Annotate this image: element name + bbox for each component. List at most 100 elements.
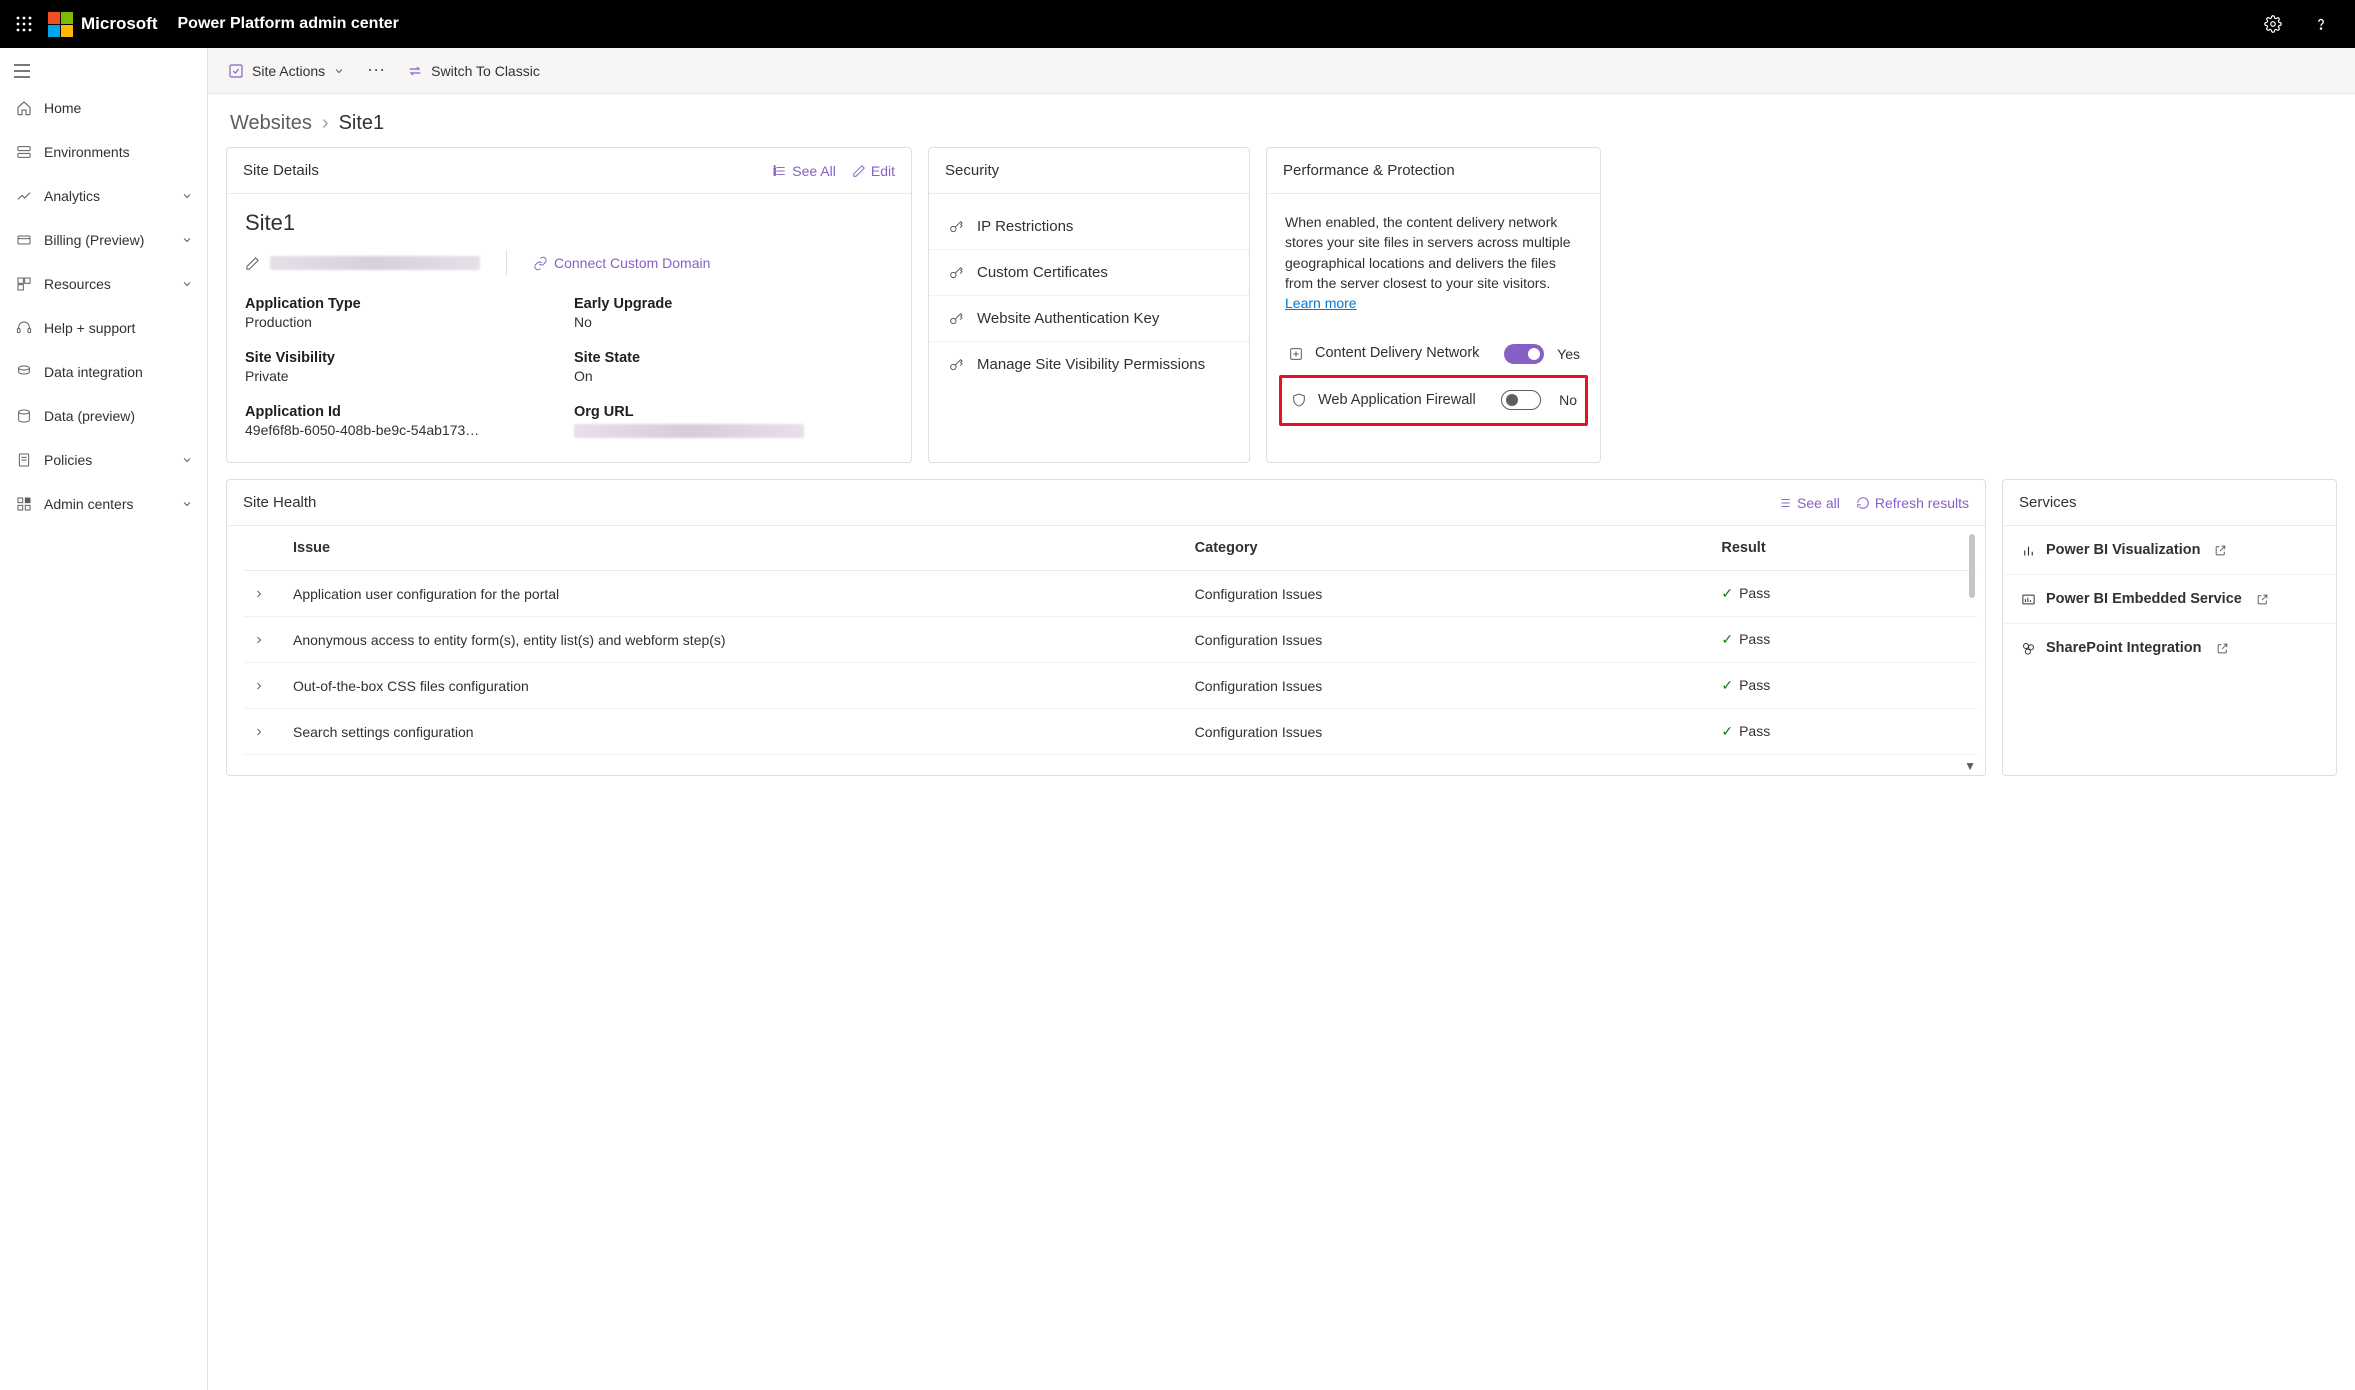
perf-description: When enabled, the content delivery netwo… xyxy=(1285,212,1582,313)
chart-icon xyxy=(2021,543,2036,558)
nav-data-integration[interactable]: Data integration xyxy=(0,350,207,394)
cdn-toggle[interactable] xyxy=(1504,344,1544,364)
list-icon xyxy=(1778,496,1792,510)
learn-more-link[interactable]: Learn more xyxy=(1285,295,1357,311)
sidebar: Home Environments Analytics Billing (Pre… xyxy=(0,48,208,1390)
nav-environments[interactable]: Environments xyxy=(0,130,207,174)
content-area: Site Actions ⋯ Switch To Classic Website… xyxy=(208,48,2355,1390)
col-result[interactable]: Result xyxy=(1711,526,1957,571)
collapse-nav-button[interactable] xyxy=(0,56,207,86)
analytics-icon xyxy=(14,186,34,206)
scroll-down-icon[interactable]: ▼ xyxy=(1964,759,1976,773)
nav-label: Help + support xyxy=(44,320,135,336)
category-cell: Configuration Issues xyxy=(1185,709,1712,755)
link-icon xyxy=(533,256,548,271)
nav-admin-centers[interactable]: Admin centers xyxy=(0,482,207,526)
health-table: Issue Category Result Application user c… xyxy=(243,526,1977,755)
services-title: Services xyxy=(2019,494,2077,511)
pencil-icon xyxy=(852,164,866,178)
app-id-value: 49ef6f8b-6050-408b-be9c-54ab173c9… xyxy=(245,422,485,438)
nav-policies[interactable]: Policies xyxy=(0,438,207,482)
billing-icon xyxy=(14,230,34,250)
see-all-link[interactable]: 123 See All xyxy=(773,163,836,179)
nav-label: Policies xyxy=(44,452,92,468)
top-header: Microsoft Power Platform admin center xyxy=(0,0,2355,48)
nav-resources[interactable]: Resources xyxy=(0,262,207,306)
result-cell: ✓Pass xyxy=(1711,571,1957,617)
app-launcher-icon[interactable] xyxy=(10,10,38,38)
site-url-redacted xyxy=(270,256,480,270)
page-toolbar: Site Actions ⋯ Switch To Classic xyxy=(208,48,2355,94)
service-power-bi-embedded[interactable]: Power BI Embedded Service xyxy=(2003,575,2336,624)
security-ip-restrictions[interactable]: IP Restrictions xyxy=(929,204,1249,250)
service-power-bi-viz[interactable]: Power BI Visualization xyxy=(2003,526,2336,575)
nav-billing[interactable]: Billing (Preview) xyxy=(0,218,207,262)
site-actions-label: Site Actions xyxy=(252,63,325,79)
expand-row-button[interactable] xyxy=(243,663,283,709)
ms-logo-icon xyxy=(48,12,73,37)
visibility-value: Private xyxy=(245,368,564,384)
security-custom-certificates[interactable]: Custom Certificates xyxy=(929,250,1249,296)
chevron-down-icon xyxy=(181,498,193,510)
chevron-down-icon xyxy=(333,65,345,77)
table-row: Out-of-the-box CSS files configurationCo… xyxy=(243,663,1977,709)
security-visibility-permissions[interactable]: Manage Site Visibility Permissions xyxy=(929,342,1249,387)
switch-to-classic-button[interactable]: Switch To Classic xyxy=(407,63,540,79)
svg-text:3: 3 xyxy=(774,171,777,176)
waf-label: Web Application Firewall xyxy=(1318,390,1491,411)
help-icon[interactable] xyxy=(2297,0,2345,48)
security-auth-key[interactable]: Website Authentication Key xyxy=(929,296,1249,342)
nav-label: Analytics xyxy=(44,188,100,204)
waf-toggle[interactable] xyxy=(1501,390,1541,410)
result-cell: ✓Pass xyxy=(1711,709,1957,755)
nav-label: Home xyxy=(44,100,81,116)
embed-icon xyxy=(2021,592,2036,607)
nav-label: Billing (Preview) xyxy=(44,232,144,248)
health-see-all-link[interactable]: See all xyxy=(1778,495,1840,511)
site-name: Site1 xyxy=(245,210,893,236)
breadcrumb-parent[interactable]: Websites xyxy=(230,112,312,135)
nav-data-preview[interactable]: Data (preview) xyxy=(0,394,207,438)
chevron-down-icon xyxy=(181,278,193,290)
edit-url-button[interactable] xyxy=(245,256,260,271)
refresh-results-link[interactable]: Refresh results xyxy=(1856,495,1969,511)
app-title: Power Platform admin center xyxy=(178,15,399,33)
list-icon: 123 xyxy=(773,164,787,178)
chevron-down-icon xyxy=(181,190,193,202)
site-actions-button[interactable]: Site Actions xyxy=(228,63,345,79)
nav-label: Environments xyxy=(44,144,130,160)
issue-cell: Search settings configuration xyxy=(283,709,1185,755)
edit-link[interactable]: Edit xyxy=(852,163,895,179)
issue-cell: Out-of-the-box CSS files configuration xyxy=(283,663,1185,709)
site-health-title: Site Health xyxy=(243,494,316,511)
service-sharepoint-integration[interactable]: SharePoint Integration xyxy=(2003,624,2336,672)
admin-centers-icon xyxy=(14,494,34,514)
nav-analytics[interactable]: Analytics xyxy=(0,174,207,218)
policies-icon xyxy=(14,450,34,470)
col-issue[interactable]: Issue xyxy=(283,526,1185,571)
nav-home[interactable]: Home xyxy=(0,86,207,130)
col-category[interactable]: Category xyxy=(1185,526,1712,571)
result-cell: ✓Pass xyxy=(1711,617,1957,663)
expand-row-button[interactable] xyxy=(243,617,283,663)
more-actions-button[interactable]: ⋯ xyxy=(363,60,389,81)
expand-row-button[interactable] xyxy=(243,709,283,755)
chevron-down-icon xyxy=(181,234,193,246)
connect-custom-domain-link[interactable]: Connect Custom Domain xyxy=(533,255,710,271)
state-value: On xyxy=(574,368,893,384)
perf-title: Performance & Protection xyxy=(1283,162,1455,179)
app-id-label: Application Id xyxy=(245,404,564,420)
settings-icon[interactable] xyxy=(2249,0,2297,48)
issue-cell: Anonymous access to entity form(s), enti… xyxy=(283,617,1185,663)
early-upgrade-label: Early Upgrade xyxy=(574,296,893,312)
breadcrumb: Websites › Site1 xyxy=(208,94,2355,147)
nav-help-support[interactable]: Help + support xyxy=(0,306,207,350)
security-title: Security xyxy=(945,162,999,179)
data-icon xyxy=(14,406,34,426)
site-details-title: Site Details xyxy=(243,162,319,179)
result-cell: ✓Pass xyxy=(1711,663,1957,709)
scrollbar[interactable] xyxy=(1969,534,1975,598)
open-external-icon xyxy=(2214,544,2227,557)
headset-icon xyxy=(14,318,34,338)
expand-row-button[interactable] xyxy=(243,571,283,617)
